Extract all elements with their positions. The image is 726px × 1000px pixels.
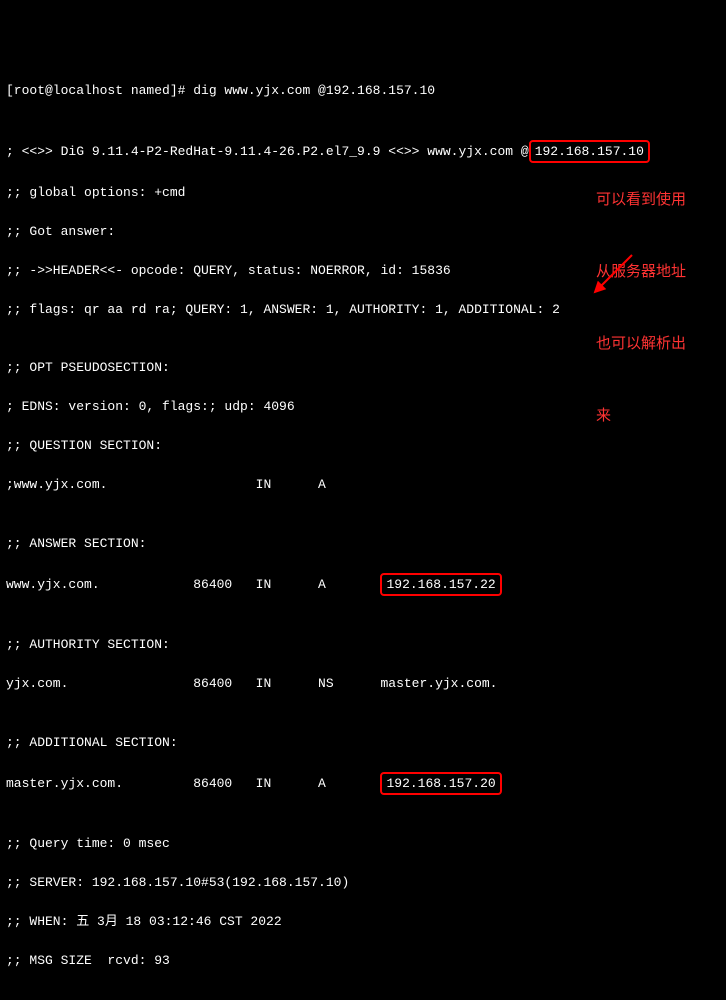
when-line: ;; WHEN: 五 3月 18 03:12:46 CST 2022: [6, 912, 720, 932]
annotation-line-4: 来: [596, 404, 716, 428]
question-row: ;www.yjx.com. IN A: [6, 475, 720, 495]
annotation-line-1: 可以看到使用: [596, 188, 716, 212]
annotation-line-3: 也可以解析出: [596, 332, 716, 356]
answer-ip-highlight: 192.168.157.22: [380, 573, 501, 597]
authority-row: yjx.com. 86400 IN NS master.yjx.com.: [6, 674, 720, 694]
answer-row: www.yjx.com. 86400 IN A 192.168.157.22: [6, 573, 720, 597]
additional-row: master.yjx.com. 86400 IN A 192.168.157.2…: [6, 772, 720, 796]
query-time: ;; Query time: 0 msec: [6, 834, 720, 854]
additional-ip-highlight: 192.168.157.20: [380, 772, 501, 796]
additional-section-header: ;; ADDITIONAL SECTION:: [6, 733, 720, 753]
answer-section-header: ;; ANSWER SECTION:: [6, 534, 720, 554]
additional-row-text: master.yjx.com. 86400 IN A: [6, 776, 380, 791]
msg-size: ;; MSG SIZE rcvd: 93: [6, 951, 720, 971]
answer-row-text: www.yjx.com. 86400 IN A: [6, 577, 380, 592]
shell-prompt[interactable]: [root@localhost named]# dig www.yjx.com …: [6, 81, 720, 101]
server-line: ;; SERVER: 192.168.157.10#53(192.168.157…: [6, 873, 720, 893]
authority-section-header: ;; AUTHORITY SECTION:: [6, 635, 720, 655]
dig-version-text: ; <<>> DiG 9.11.4-P2-RedHat-9.11.4-26.P2…: [6, 144, 529, 159]
annotation-arrow-icon: [571, 230, 621, 280]
